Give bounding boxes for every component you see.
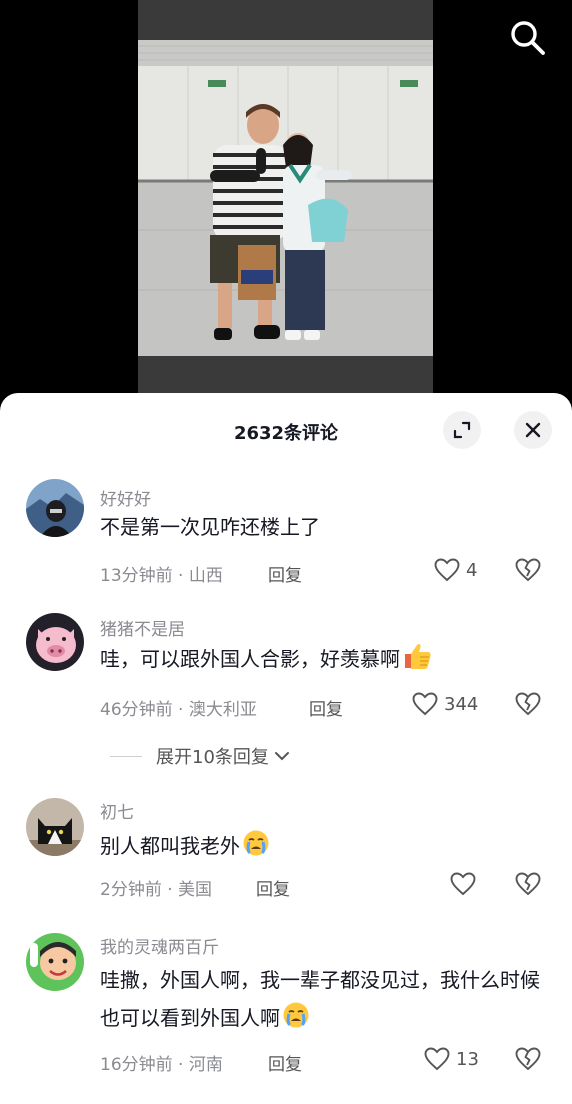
video-frame[interactable] bbox=[138, 0, 433, 395]
heart-icon bbox=[434, 558, 460, 582]
avatar[interactable] bbox=[26, 798, 84, 856]
expand-divider bbox=[110, 755, 142, 757]
avatar[interactable] bbox=[26, 933, 84, 991]
like-button[interactable] bbox=[450, 872, 482, 896]
comment-text: 哇，可以跟外国人合影，好羡慕啊 bbox=[100, 640, 540, 678]
comment-meta: 2分钟前 · 美国 bbox=[100, 880, 213, 900]
like-count: 13 bbox=[456, 1048, 479, 1070]
avatar[interactable] bbox=[26, 613, 84, 671]
video-photo bbox=[138, 40, 433, 356]
video-area[interactable] bbox=[0, 0, 572, 400]
pig-avatar-icon bbox=[26, 613, 84, 671]
reply-button[interactable]: 回复 bbox=[268, 561, 302, 586]
heart-icon bbox=[412, 692, 438, 716]
person-avatar-icon bbox=[26, 479, 84, 537]
crying-face-icon bbox=[283, 1002, 309, 1028]
chevron-down-icon bbox=[274, 752, 289, 761]
comment-text-content: 别人都叫我老外 bbox=[100, 834, 240, 858]
comment-meta: 16分钟前 · 河南 bbox=[100, 1055, 223, 1075]
comment-meta: 13分钟前 · 山西 bbox=[100, 566, 223, 586]
expand-replies-label: 展开10条回复 bbox=[156, 747, 269, 768]
comment-sheet: 2632条评论 好好好 不是第一次见咋还楼上了 13分钟前 · 山西 回复 4 … bbox=[0, 393, 572, 1104]
cartoon-avatar-icon bbox=[26, 933, 84, 991]
comment-meta: 46分钟前 · 澳大利亚 bbox=[100, 700, 257, 720]
comment-text: 哇撒，外国人啊，我一辈子都没见过，我什么时候也可以看到外国人啊 bbox=[100, 961, 540, 1037]
broken-heart-icon[interactable] bbox=[515, 1047, 541, 1071]
comment-username[interactable]: 我的灵魂两百斤 bbox=[100, 933, 219, 958]
comment-text-content: 哇撒，外国人啊，我一辈子都没见过，我什么时候也可以看到外国人啊 bbox=[100, 968, 540, 1030]
broken-heart-icon[interactable] bbox=[515, 558, 541, 582]
comment-text: 不是第一次见咋还楼上了 bbox=[100, 515, 320, 539]
broken-heart-icon[interactable] bbox=[515, 872, 541, 896]
reply-button[interactable]: 回复 bbox=[268, 1050, 302, 1075]
comment-username[interactable]: 初七 bbox=[100, 798, 134, 823]
like-count: 344 bbox=[444, 693, 479, 715]
expand-button[interactable] bbox=[443, 411, 481, 449]
sheet-header: 2632条评论 bbox=[0, 393, 572, 467]
comment-username[interactable]: 猪猪不是居 bbox=[100, 615, 185, 640]
heart-icon bbox=[424, 1047, 450, 1071]
avatar[interactable] bbox=[26, 479, 84, 537]
like-count: 4 bbox=[466, 559, 478, 581]
search-icon[interactable] bbox=[508, 18, 548, 58]
like-button[interactable]: 13 bbox=[424, 1047, 479, 1071]
expand-icon bbox=[453, 421, 471, 439]
comment-count-title: 2632条评论 bbox=[233, 423, 339, 444]
crying-face-icon bbox=[243, 830, 269, 856]
heart-icon bbox=[450, 872, 476, 896]
reply-button[interactable]: 回复 bbox=[309, 695, 343, 720]
like-button[interactable]: 344 bbox=[412, 692, 478, 716]
comment-username[interactable]: 好好好 bbox=[100, 485, 151, 510]
comment-text: 别人都叫我老外 bbox=[100, 827, 540, 865]
reply-button[interactable]: 回复 bbox=[256, 875, 290, 900]
comment-text-content: 哇，可以跟外国人合影，好羡慕啊 bbox=[100, 647, 400, 671]
close-icon bbox=[525, 422, 541, 438]
like-button[interactable]: 4 bbox=[434, 558, 477, 582]
expand-replies-button[interactable]: 展开10条回复 bbox=[110, 743, 291, 769]
thumbs-up-icon bbox=[405, 643, 431, 669]
close-button[interactable] bbox=[514, 411, 552, 449]
cat-avatar-icon bbox=[26, 798, 84, 856]
broken-heart-icon[interactable] bbox=[515, 692, 541, 716]
